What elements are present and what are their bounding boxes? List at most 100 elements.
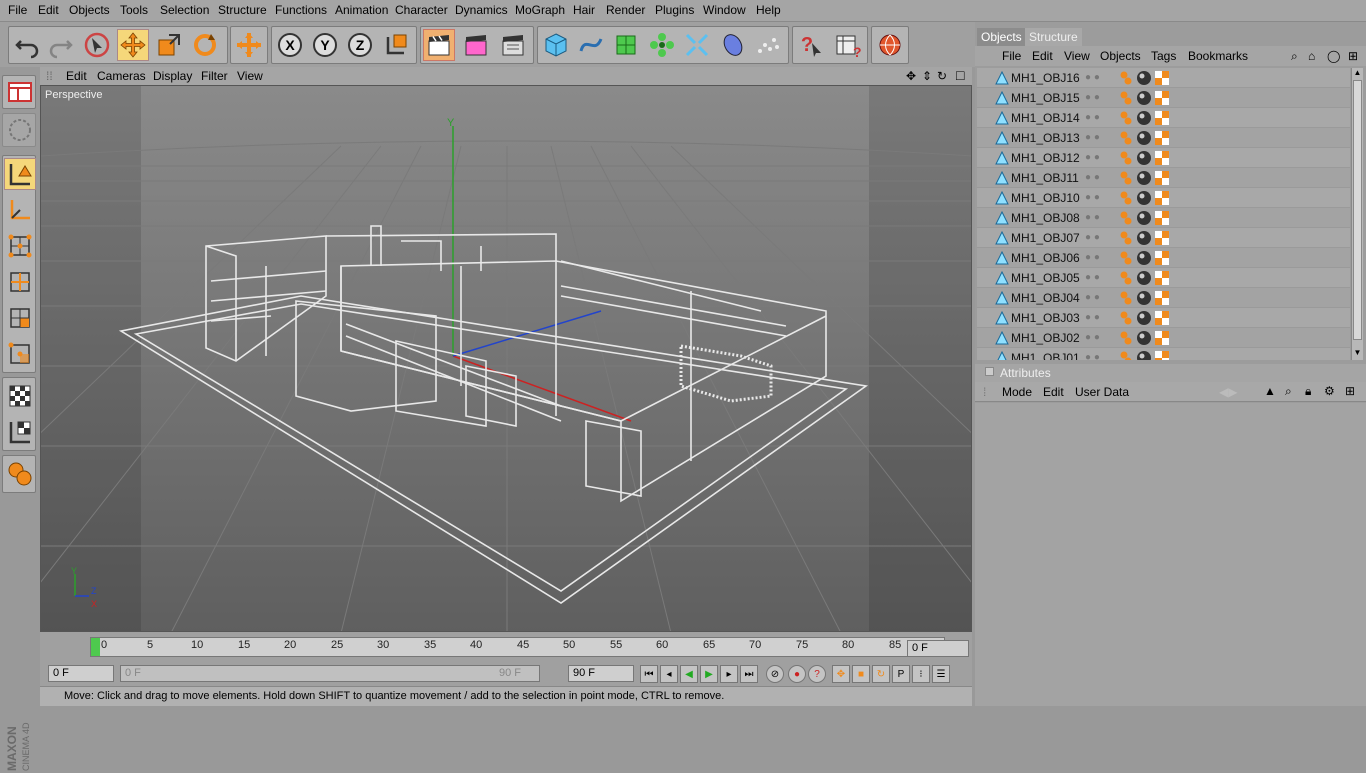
visibility-dots-icon[interactable]: ● ● (1085, 232, 1100, 243)
make-editable-button[interactable] (4, 114, 36, 146)
menu-mograph[interactable]: MoGraph (515, 3, 565, 17)
visibility-dots-icon[interactable]: ● ● (1085, 72, 1100, 83)
list-item[interactable]: MH1_OBJ12 ● ● (977, 148, 1350, 168)
menu-file[interactable]: File (8, 3, 27, 17)
visibility-dots-icon[interactable]: ● ● (1085, 192, 1100, 203)
current-frame-field[interactable]: 0 F (907, 640, 969, 657)
object-mode-button[interactable] (4, 194, 36, 226)
play-backward-button[interactable]: ◀ (680, 665, 698, 683)
list-item[interactable]: MH1_OBJ13 ● ● (977, 128, 1350, 148)
prev-key-button[interactable]: ◂ (660, 665, 678, 683)
visibility-dots-icon[interactable]: ● ● (1085, 252, 1100, 263)
list-item[interactable]: MH1_OBJ05 ● ● (977, 268, 1350, 288)
timeline-playhead[interactable] (91, 638, 100, 656)
key-pla-button[interactable]: ⁝ (912, 665, 930, 683)
record-button[interactable]: ⊘ (766, 665, 784, 683)
attributes-menu-user-data[interactable]: User Data (1075, 385, 1129, 399)
objects-menu-view[interactable]: View (1064, 49, 1090, 63)
goto-start-button[interactable]: ⏮ (640, 665, 658, 683)
cube-object-button[interactable] (540, 29, 572, 61)
environment-button[interactable] (717, 29, 749, 61)
viewport-menu-view[interactable]: View (237, 69, 263, 83)
visibility-dots-icon[interactable]: ● ● (1085, 292, 1100, 303)
menu-character[interactable]: Character (395, 3, 448, 17)
goto-end-button[interactable]: ⏭ (740, 665, 758, 683)
menu-selection[interactable]: Selection (160, 3, 209, 17)
online-button[interactable] (874, 29, 906, 61)
list-item[interactable]: MH1_OBJ11 ● ● (977, 168, 1350, 188)
menu-dynamics[interactable]: Dynamics (455, 3, 508, 17)
world-axis-button[interactable] (233, 29, 265, 61)
particles-button[interactable] (752, 29, 784, 61)
objects-menu-file[interactable]: File (1002, 49, 1021, 63)
x-axis-lock-button[interactable]: X (274, 29, 306, 61)
attributes-search-icon[interactable]: ⌕ (1285, 384, 1292, 399)
menu-animation[interactable]: Animation (335, 3, 388, 17)
frame-range-slider[interactable]: 0 F 90 F (120, 665, 540, 682)
visibility-dots-icon[interactable]: ● ● (1085, 312, 1100, 323)
new-attributes-icon[interactable]: ⊞ (1345, 384, 1355, 398)
points-mode-button[interactable] (4, 230, 36, 262)
edges-mode-button[interactable] (4, 266, 36, 298)
render-settings-button[interactable] (497, 29, 529, 61)
layout-button[interactable] (4, 76, 36, 108)
attributes-menu-mode[interactable]: Mode (1002, 385, 1032, 399)
visibility-dots-icon[interactable]: ● ● (1085, 152, 1100, 163)
menu-plugins[interactable]: Plugins (655, 3, 694, 17)
viewport-menu-cameras[interactable]: Cameras (97, 69, 146, 83)
eye-icon[interactable]: ◯ (1327, 49, 1340, 63)
tab-objects[interactable]: Objects (977, 28, 1026, 46)
scale-tool-button[interactable] (153, 29, 185, 61)
array-object-button[interactable] (646, 29, 678, 61)
end-frame-field[interactable]: 90 F (568, 665, 634, 682)
viewport-menu-filter[interactable]: Filter (201, 69, 228, 83)
viewport-maximize-icon[interactable]: □ (956, 67, 964, 83)
object-list-scrollbar[interactable]: ▲ ▼ (1351, 68, 1363, 360)
timeline-ruler[interactable]: 0 5 10 15 20 25 30 35 40 45 50 55 60 65 … (90, 637, 945, 657)
redo-button[interactable] (45, 29, 77, 61)
list-item[interactable]: MH1_OBJ08 ● ● (977, 208, 1350, 228)
spline-pen-button[interactable] (575, 29, 607, 61)
settings-icon[interactable]: ⚙ (1324, 384, 1335, 398)
up-arrow-icon[interactable]: ▲ (1264, 384, 1276, 398)
visibility-dots-icon[interactable]: ● ● (1085, 132, 1100, 143)
new-view-icon[interactable]: ⊞ (1348, 49, 1358, 63)
visibility-dots-icon[interactable]: ● ● (1085, 212, 1100, 223)
list-item[interactable]: MH1_OBJ16 ● ● (977, 68, 1350, 88)
menu-edit[interactable]: Edit (38, 3, 59, 17)
visibility-dots-icon[interactable]: ● ● (1085, 332, 1100, 343)
timeline-menu-button[interactable]: ☰ (932, 665, 950, 683)
list-item[interactable]: MH1_OBJ03 ● ● (977, 308, 1350, 328)
viewport-move-icon[interactable]: ✥ (906, 69, 916, 83)
key-position-button[interactable]: ✥ (832, 665, 850, 683)
visibility-dots-icon[interactable]: ● ● (1085, 272, 1100, 283)
start-frame-field[interactable]: 0 F (48, 665, 114, 682)
move-tool-button[interactable] (117, 29, 149, 61)
help-button[interactable]: ? (795, 29, 827, 61)
next-key-button[interactable]: ▸ (720, 665, 738, 683)
scroll-down-icon[interactable]: ▼ (1352, 348, 1363, 358)
menu-hair[interactable]: Hair (573, 3, 595, 17)
lock-icon[interactable]: 🔒︎ (1305, 384, 1311, 399)
objects-menu-tags[interactable]: Tags (1151, 49, 1176, 63)
live-selection-button[interactable] (81, 29, 113, 61)
scroll-thumb[interactable] (1353, 80, 1362, 340)
texture-mode-button[interactable] (4, 380, 36, 412)
menu-window[interactable]: Window (703, 3, 746, 17)
undo-button[interactable] (11, 29, 43, 61)
menu-objects[interactable]: Objects (69, 3, 110, 17)
menu-functions[interactable]: Functions (275, 3, 327, 17)
texture-axis-button[interactable] (4, 416, 36, 448)
y-axis-lock-button[interactable]: Y (309, 29, 341, 61)
uv-mode-button[interactable] (4, 338, 36, 370)
z-axis-lock-button[interactable]: Z (344, 29, 376, 61)
objects-menu-bookmarks[interactable]: Bookmarks (1188, 49, 1248, 63)
list-item[interactable]: MH1_OBJ02 ● ● (977, 328, 1350, 348)
search-icon[interactable]: ⌕ (1291, 49, 1298, 64)
visibility-dots-icon[interactable]: ● ● (1085, 112, 1100, 123)
list-item[interactable]: MH1_OBJ14 ● ● (977, 108, 1350, 128)
list-item[interactable]: MH1_OBJ06 ● ● (977, 248, 1350, 268)
visibility-dots-icon[interactable]: ● ● (1085, 172, 1100, 183)
home-icon[interactable]: ⌂ (1308, 49, 1315, 63)
workplane-button[interactable] (4, 458, 36, 490)
